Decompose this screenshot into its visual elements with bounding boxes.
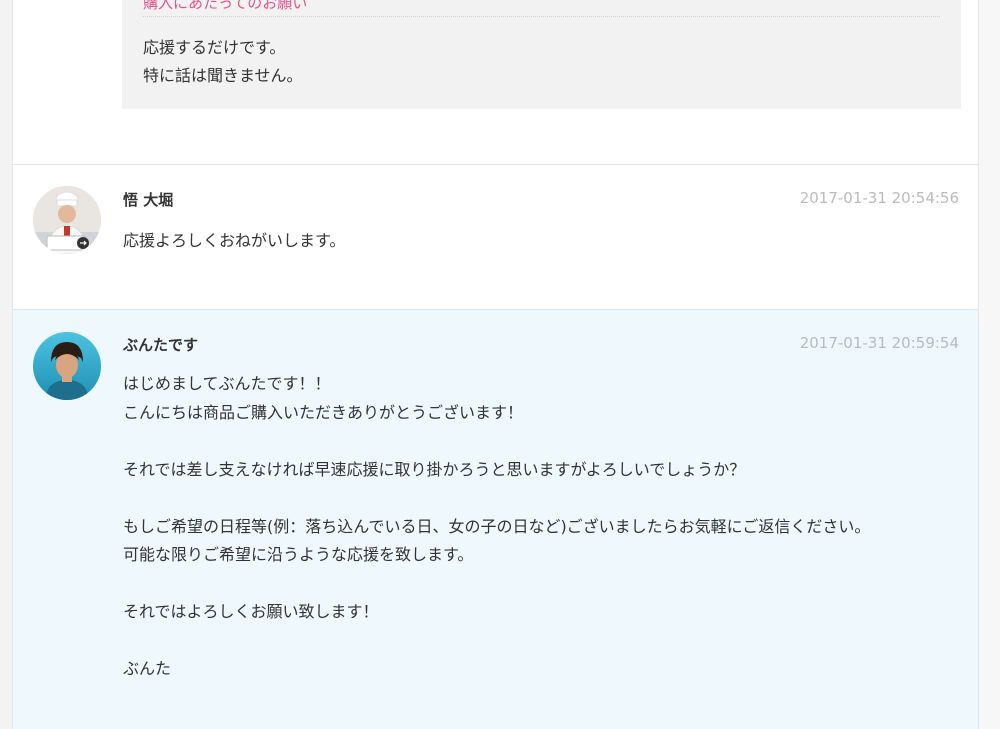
purchase-note-title: 購入にあたってのお願い [143, 0, 308, 12]
comment-message: 応援よろしくおねがいします。 [123, 231, 346, 250]
comment-thread: 購入にあたってのお願い 応援するだけです。 特に話は聞きません。 悟 大堀 20… [12, 0, 979, 729]
page-margin [979, 0, 1000, 729]
person-avatar-icon[interactable] [33, 332, 101, 400]
comment-item-highlighted: ぶんたです 2017-01-31 20:59:54 はじめましてぶんたです！！ … [13, 310, 978, 729]
comment-author: ぶんたです [123, 336, 199, 354]
comment-message: はじめましてぶんたです！！ こんにちは商品ご購入いただきありがとうございます！ … [123, 374, 871, 678]
comment-timestamp: 2017-01-31 20:59:54 [799, 334, 959, 352]
note-divider [143, 16, 940, 17]
comment-item: 悟 大堀 2017-01-31 20:54:56 応援よろしくおねがいします。 [13, 165, 978, 309]
comment-author: 悟 大堀 [123, 191, 174, 209]
comment-timestamp: 2017-01-31 20:54:56 [799, 189, 959, 207]
chef-avatar-icon[interactable] [33, 186, 101, 254]
purchase-note-section: 購入にあたってのお願い 応援するだけです。 特に話は聞きません。 [13, 0, 978, 165]
purchase-note-body: 応援するだけです。 特に話は聞きません。 [143, 38, 303, 85]
purchase-note-box: 購入にあたってのお願い 応援するだけです。 特に話は聞きません。 [122, 0, 961, 109]
